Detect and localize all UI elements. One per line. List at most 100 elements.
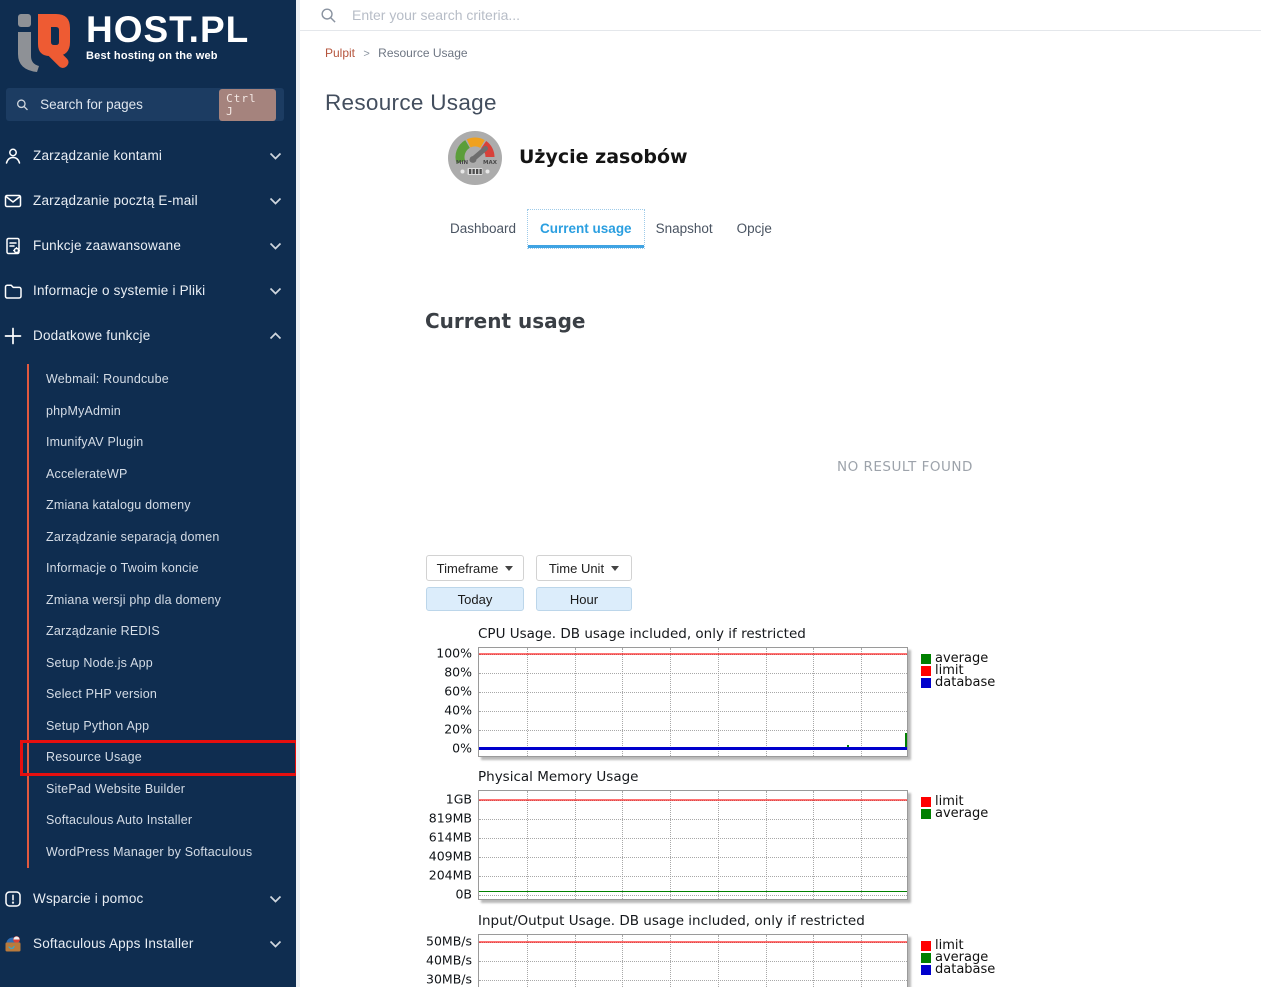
io-usage-chart: Input/Output Usage. DB usage included, o… bbox=[426, 913, 995, 987]
legend-item: average bbox=[921, 808, 988, 820]
iq-logo-icon bbox=[14, 8, 78, 72]
chevron-down-icon bbox=[269, 152, 282, 160]
submenu-item[interactable]: Zmiana wersji php dla domeny bbox=[29, 585, 300, 617]
chevron-down-icon bbox=[269, 242, 282, 250]
section-heading: Current usage bbox=[425, 309, 586, 333]
chevron-down-icon bbox=[269, 895, 282, 903]
sidebar-item-system-info-files[interactable]: Informacje o systemie i Pliki bbox=[0, 268, 300, 313]
submenu-item[interactable]: Zarządzanie REDIS bbox=[29, 616, 300, 648]
sidebar-item-account-management[interactable]: Zarządzanie kontami bbox=[0, 133, 300, 178]
legend-swatch bbox=[921, 654, 931, 664]
sidebar-nav: Zarządzanie kontami Zarządzanie pocztą E… bbox=[0, 133, 300, 966]
legend-swatch bbox=[921, 953, 931, 963]
chart-legend: averagelimitdatabase bbox=[921, 647, 995, 757]
sidebar-item-softaculous-apps[interactable]: Softaculous Apps Installer bbox=[0, 921, 300, 966]
svg-text:MAX: MAX bbox=[483, 160, 498, 166]
legend-swatch bbox=[921, 809, 931, 819]
legend-item: database bbox=[921, 677, 995, 689]
search-icon bbox=[16, 98, 29, 112]
y-axis-labels: 100%80%60%40%20%0% bbox=[426, 647, 478, 757]
submenu-list: Webmail: RoundcubephpMyAdminImunifyAV Pl… bbox=[27, 364, 300, 868]
global-search-input[interactable] bbox=[350, 6, 770, 24]
legend-swatch bbox=[921, 797, 931, 807]
sidebar-item-support-help[interactable]: Wsparcie i pomoc bbox=[0, 876, 300, 921]
main-content: Pulpit > Resource Usage Resource Usage M… bbox=[300, 0, 1261, 987]
tab-opcje[interactable]: Opcje bbox=[725, 210, 784, 248]
sidebar-item-email-management[interactable]: Zarządzanie pocztą E-mail bbox=[0, 178, 300, 223]
y-axis-labels: 1GB819MB614MB409MB204MB0B bbox=[426, 790, 478, 900]
submenu-item[interactable]: Setup Node.js App bbox=[29, 648, 300, 680]
chart-plot-area bbox=[478, 647, 908, 757]
tab-dashboard[interactable]: Dashboard bbox=[438, 210, 528, 248]
chevron-down-icon bbox=[269, 287, 282, 295]
gauge-icon: MIN MAX bbox=[447, 130, 503, 186]
tab-bar: Dashboard Current usage Snapshot Opcje bbox=[450, 210, 784, 248]
top-search-bar bbox=[300, 0, 1261, 31]
legend-swatch bbox=[921, 941, 931, 951]
sidebar-item-additional-functions[interactable]: Dodatkowe funkcje bbox=[0, 313, 300, 358]
caret-down-icon bbox=[611, 566, 619, 571]
caret-down-icon bbox=[505, 566, 513, 571]
breadcrumb-home-link[interactable]: Pulpit bbox=[325, 46, 355, 60]
brand-name: HOST.PL bbox=[86, 8, 249, 52]
time-unit-value-button[interactable]: Hour bbox=[536, 587, 632, 611]
chart-plot-area bbox=[478, 934, 908, 987]
logo[interactable]: HOST.PL Best hosting on the web bbox=[0, 0, 300, 72]
chevron-down-icon bbox=[269, 940, 282, 948]
user-icon bbox=[2, 146, 24, 166]
search-icon bbox=[320, 7, 337, 24]
chart-title: Input/Output Usage. DB usage included, o… bbox=[478, 913, 995, 929]
legend-swatch bbox=[921, 965, 931, 975]
submenu-item[interactable]: Zmiana katalogu domeny bbox=[29, 490, 300, 522]
submenu-item[interactable]: WordPress Manager by Softaculous bbox=[29, 837, 300, 869]
chart-title: CPU Usage. DB usage included, only if re… bbox=[478, 626, 995, 642]
legend-item: database bbox=[921, 964, 995, 976]
empty-state-message: NO RESULT FOUND bbox=[837, 459, 973, 475]
feature-title: Użycie zasobów bbox=[519, 146, 688, 168]
sidebar-search[interactable]: Ctrl J bbox=[6, 88, 284, 121]
keyboard-shortcut-badge: Ctrl J bbox=[219, 89, 276, 121]
submenu-item[interactable]: Zarządzanie separacją domen bbox=[29, 522, 300, 554]
chart-title: Physical Memory Usage bbox=[478, 769, 988, 785]
memory-usage-chart: Physical Memory Usage 1GB819MB614MB409MB… bbox=[426, 769, 988, 900]
submenu-item[interactable]: Webmail: Roundcube bbox=[29, 364, 300, 396]
cpu-usage-chart: CPU Usage. DB usage included, only if re… bbox=[426, 626, 995, 757]
chart-legend: limitaverage bbox=[921, 790, 988, 900]
sidebar-search-input[interactable] bbox=[38, 96, 219, 113]
chart-filters: Timeframe Time Unit Today Hour bbox=[426, 555, 632, 611]
breadcrumb-current: Resource Usage bbox=[378, 46, 467, 60]
legend-swatch bbox=[921, 678, 931, 688]
submenu-item[interactable]: SitePad Website Builder bbox=[29, 774, 300, 806]
folder-icon bbox=[2, 281, 24, 301]
submenu-item[interactable]: ImunifyAV Plugin bbox=[29, 427, 300, 459]
time-unit-dropdown[interactable]: Time Unit bbox=[536, 555, 632, 581]
chart-plot-area bbox=[478, 790, 908, 900]
submenu-item[interactable]: Informacje o Twoim koncie bbox=[29, 553, 300, 585]
submenu-item[interactable]: Resource Usage bbox=[29, 742, 300, 774]
document-gear-icon bbox=[2, 236, 24, 256]
submenu-item[interactable]: Softaculous Auto Installer bbox=[29, 805, 300, 837]
chart-legend: limitaveragedatabase bbox=[921, 934, 995, 987]
timeframe-value-button[interactable]: Today bbox=[426, 587, 524, 611]
sidebar-item-advanced-features[interactable]: Funkcje zaawansowane bbox=[0, 223, 300, 268]
y-axis-labels: 50MB/s40MB/s30MB/s bbox=[426, 934, 478, 987]
submenu-item[interactable]: Setup Python App bbox=[29, 711, 300, 743]
legend-swatch bbox=[921, 666, 931, 676]
chevron-up-icon bbox=[269, 332, 282, 340]
svg-text:MIN: MIN bbox=[456, 160, 469, 166]
timeframe-dropdown[interactable]: Timeframe bbox=[426, 555, 524, 581]
tab-current-usage[interactable]: Current usage bbox=[528, 210, 644, 248]
submenu-item[interactable]: AccelerateWP bbox=[29, 459, 300, 491]
submenu-item[interactable]: Select PHP version bbox=[29, 679, 300, 711]
alert-icon bbox=[2, 889, 24, 909]
submenu-item[interactable]: phpMyAdmin bbox=[29, 396, 300, 428]
page-title: Resource Usage bbox=[325, 90, 497, 116]
chevron-down-icon bbox=[269, 197, 282, 205]
plus-icon bbox=[2, 326, 24, 346]
breadcrumb-separator: > bbox=[363, 48, 369, 60]
tab-snapshot[interactable]: Snapshot bbox=[644, 210, 725, 248]
softaculous-icon bbox=[2, 934, 24, 954]
mail-icon bbox=[2, 191, 24, 211]
sidebar: HOST.PL Best hosting on the web Ctrl J Z… bbox=[0, 0, 300, 987]
breadcrumb: Pulpit > Resource Usage bbox=[325, 46, 468, 60]
